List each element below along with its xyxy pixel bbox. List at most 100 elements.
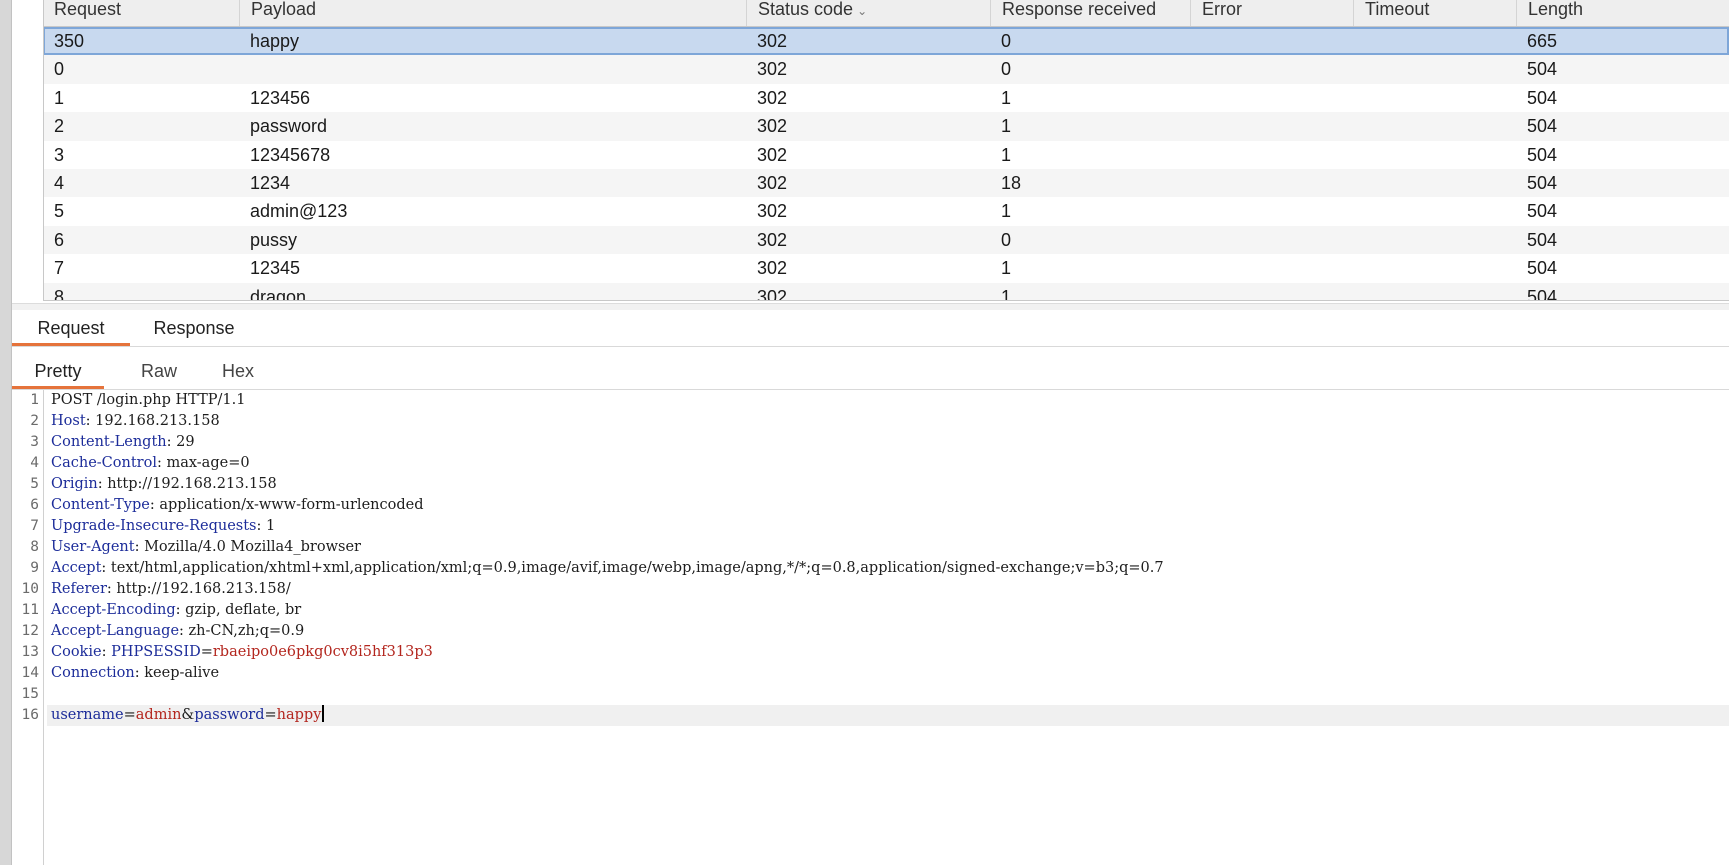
table-cell-length: 665	[1527, 31, 1558, 51]
column-header-label: Payload	[251, 0, 317, 19]
table-cell-length: 504	[1527, 229, 1558, 250]
header-value: 192.168.213.158	[95, 413, 220, 429]
body-line: username=admin&password=happy	[47, 705, 1729, 726]
line-number: 8	[30, 539, 39, 555]
table-cell-request: 350	[54, 31, 85, 51]
tab-response[interactable]: Response	[130, 310, 258, 346]
tab-raw[interactable]: Raw	[124, 353, 194, 389]
table-cell-length: 504	[1527, 172, 1558, 193]
table-cell-received: 1	[1001, 116, 1012, 137]
table-cell-request: 1	[54, 87, 65, 108]
table-cell-length: 504	[1527, 87, 1558, 108]
tab-label: Raw	[140, 361, 177, 381]
tab-hex[interactable]: Hex	[202, 353, 274, 389]
header-line: Referer: http://192.168.213.158/	[51, 581, 291, 597]
column-header-error[interactable]: Error	[1190, 0, 1353, 26]
table-cell-length: 504	[1527, 201, 1558, 222]
message-tabs: Request Response	[12, 310, 1729, 347]
table-cell-timeout	[1353, 197, 1516, 225]
header-name: Content-Length	[51, 434, 167, 450]
param-name: password	[194, 707, 265, 723]
column-header-timeout[interactable]: Timeout	[1353, 0, 1516, 26]
line-number: 1	[30, 392, 39, 408]
header-value: max-age=0	[166, 455, 250, 471]
line-number: 14	[21, 665, 39, 681]
table-cell-status: 302	[757, 286, 788, 301]
header-name: Cache-Control	[51, 455, 157, 471]
header-name: Connection	[51, 665, 135, 681]
param-value: admin	[135, 707, 182, 723]
table-cell-length: 504	[1527, 116, 1558, 137]
table-cell-payload: dragon	[250, 286, 307, 301]
table-cell-payload: happy	[250, 31, 300, 51]
table-cell-error	[1190, 169, 1353, 197]
table-cell-error	[1190, 197, 1353, 225]
table-row[interactable]: 8 dragon 302 1 504	[43, 282, 1729, 301]
line-number: 7	[30, 518, 39, 534]
header-value: keep-alive	[144, 665, 220, 681]
table-cell-payload: 123456	[250, 87, 311, 108]
table-cell-request: 7	[54, 258, 65, 279]
column-header-status-code[interactable]: Status code ⌄	[746, 0, 990, 26]
cookie-line: Cookie: PHPSESSID=rbaeipo0e6pkg0cv8i5hf3…	[51, 644, 433, 660]
table-cell-error	[1190, 84, 1353, 112]
table-row[interactable]: 1 123456 302 1 504	[43, 84, 1729, 112]
request-line: POST /login.php HTTP/1.1	[51, 390, 1729, 411]
header-line: Upgrade-Insecure-Requests: 1	[51, 518, 276, 534]
column-header-label: Timeout	[1365, 0, 1430, 19]
table-cell-request: 4	[54, 172, 65, 193]
table-cell-status: 302	[757, 258, 788, 279]
table-row[interactable]: 6 pussy 302 0 504	[43, 225, 1729, 255]
header-name: Host	[51, 413, 86, 429]
column-header-length[interactable]: Length	[1516, 0, 1729, 26]
table-cell-request: 2	[54, 116, 65, 137]
table-cell-timeout	[1353, 169, 1516, 197]
column-header-request[interactable]: Request	[43, 0, 239, 26]
table-row[interactable]: 5 admin@123 302 1 504	[43, 197, 1729, 225]
table-row[interactable]: 3 12345678 302 1 504	[43, 141, 1729, 169]
param-separator: &	[181, 707, 195, 723]
header-line: Cache-Control: max-age=0	[51, 455, 250, 471]
table-cell-timeout	[1353, 27, 1516, 55]
cookie-value: rbaeipo0e6pkg0cv8i5hf313p3	[212, 644, 433, 660]
table-cell-received: 1	[1001, 201, 1012, 222]
request-editor[interactable]: 1 2 3 4 5 6 7 8 9 10 11 12 13 14 15 16 POST /login.php …	[12, 390, 1729, 865]
line-number: 3	[30, 434, 39, 450]
table-cell-request: 3	[54, 144, 65, 165]
table-cell-payload: pussy	[250, 229, 298, 250]
table-row[interactable]: 2 password 302 1 504	[43, 112, 1729, 141]
column-header-response-received[interactable]: Response received	[990, 0, 1190, 26]
line-number-gutter: 1 2 3 4 5 6 7 8 9 10 11 12 13 14 15 16	[12, 390, 44, 865]
table-cell-timeout	[1353, 55, 1516, 83]
param-name: username	[51, 707, 124, 723]
table-cell-received: 0	[1001, 31, 1012, 51]
table-cell-error	[1190, 112, 1353, 140]
column-header-payload[interactable]: Payload	[239, 0, 746, 26]
column-header-label: Request	[54, 0, 122, 19]
request-line-text: POST /login.php HTTP/1.1	[51, 392, 246, 408]
param-value: happy	[276, 707, 322, 723]
table-cell-payload: 12345	[250, 258, 301, 279]
table-cell-payload: 1234	[250, 172, 291, 193]
tab-request[interactable]: Request	[12, 310, 130, 346]
header-name: Content-Type	[51, 497, 150, 513]
header-name: Cookie	[51, 644, 102, 660]
table-row[interactable]: 350 happy 302 0 665	[43, 27, 1729, 56]
header-value: http://192.168.213.158/	[116, 581, 291, 597]
header-line: User-Agent: Mozilla/4.0 Mozilla4_browser	[51, 539, 361, 555]
tab-label: Pretty	[34, 361, 82, 381]
table-cell-request: 6	[54, 229, 65, 250]
table-cell-timeout	[1353, 283, 1516, 301]
table-body: 350 happy 302 0 665 0 302 0 504 1 123456 302 1 504 2 pa…	[43, 27, 1729, 301]
table-cell-error	[1190, 141, 1353, 169]
table-row[interactable]: 0 302 0 504	[43, 55, 1729, 84]
header-value: zh-CN,zh;q=0.9	[188, 623, 305, 639]
split-divider[interactable]	[12, 303, 1729, 310]
table-row[interactable]: 4 1234 302 18 504	[43, 168, 1729, 198]
header-name: Origin	[51, 476, 98, 492]
tab-pretty[interactable]: Pretty	[12, 353, 104, 389]
header-value: http://192.168.213.158	[107, 476, 277, 492]
results-table: Request Payload Status code ⌄ Response re…	[43, 0, 1729, 301]
table-row[interactable]: 7 12345 302 1 504	[43, 254, 1729, 282]
line-number: 2	[30, 413, 39, 429]
